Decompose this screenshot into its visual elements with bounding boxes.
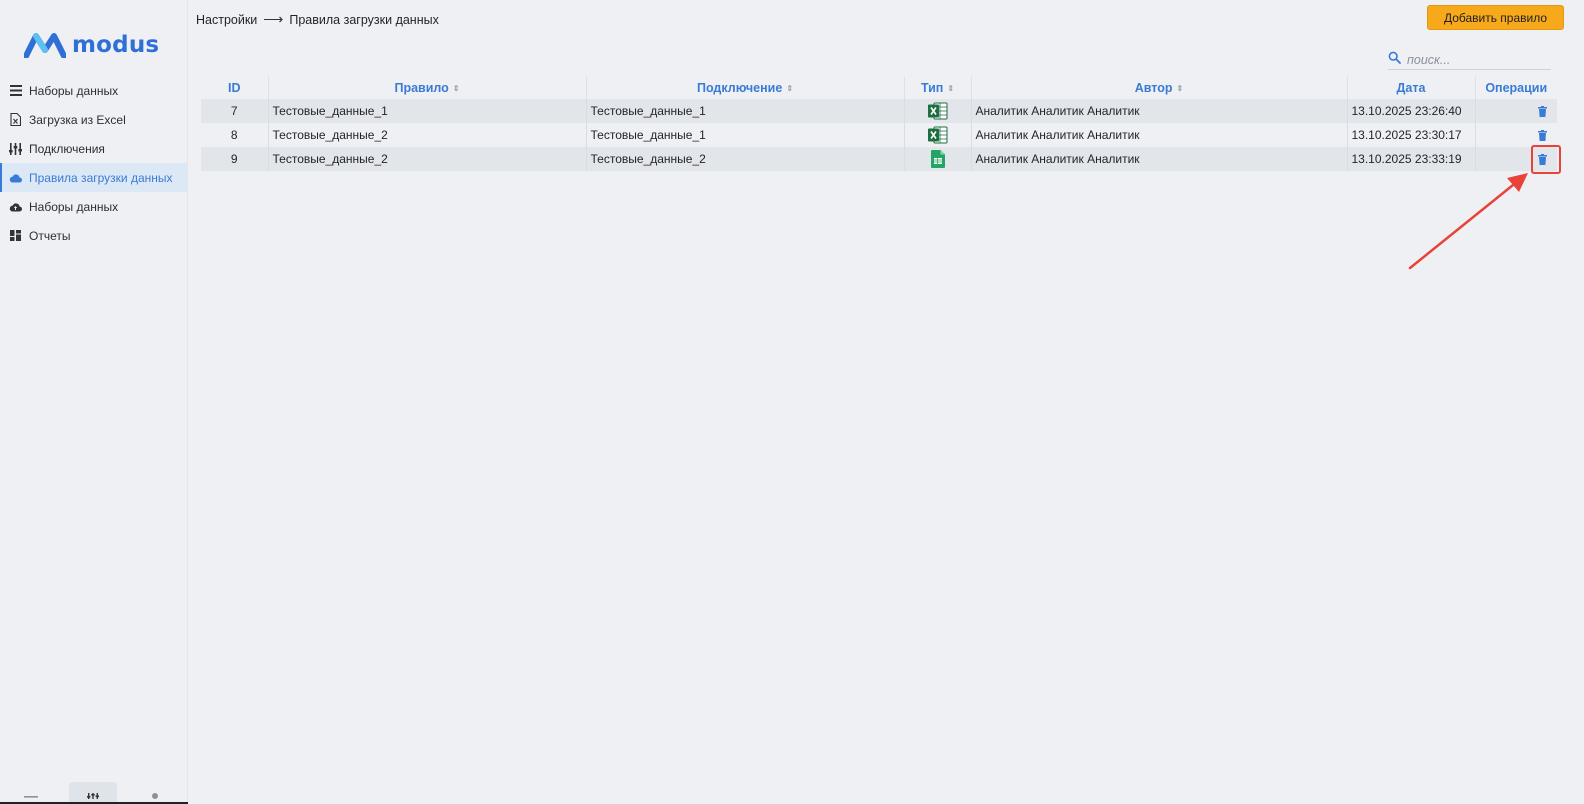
sidebar-item-label: Подключения	[29, 141, 105, 156]
cell-author: Аналитик Аналитик Аналитик	[971, 99, 1348, 123]
column-header-operations: Операции	[1475, 77, 1557, 99]
column-header-date[interactable]: Дата	[1347, 77, 1476, 99]
cell-date: 13.10.2025 23:33:19	[1347, 147, 1476, 171]
sidebar-item-label: Правила загрузки данных	[29, 170, 173, 185]
sort-icon: ⇕	[786, 84, 794, 94]
cloud-upload-icon	[9, 200, 22, 213]
annotation-highlight-box	[1531, 145, 1561, 174]
cell-type	[904, 99, 972, 123]
cell-date: 13.10.2025 23:26:40	[1347, 99, 1476, 123]
sidebar-item-label: Наборы данных	[29, 83, 119, 98]
sidebar-item-label: Загрузка из Excel	[29, 112, 126, 127]
sidebar-item-excel-upload[interactable]: Загрузка из Excel	[0, 105, 187, 134]
sort-icon: ⇕	[1176, 84, 1184, 94]
sidebar-nav: Наборы данных Загрузка из Excel Подключе…	[0, 76, 187, 250]
cell-connection: Тестовые_данные_2	[586, 147, 905, 171]
column-header-type[interactable]: Тип ⇕	[904, 77, 972, 99]
logo-text: modus	[72, 32, 160, 58]
cell-rule: Тестовые_данные_2	[268, 123, 587, 147]
dashboard-icon	[9, 229, 22, 242]
sliders-icon	[9, 142, 22, 155]
excel-icon	[927, 102, 948, 120]
cell-type	[904, 123, 972, 147]
column-header-author[interactable]: Автор ⇕	[971, 77, 1348, 99]
cell-id: 8	[201, 123, 269, 147]
search-bar	[1388, 50, 1551, 70]
breadcrumb-arrow-icon: ⟶	[263, 11, 284, 27]
sort-icon: ⇕	[452, 84, 460, 94]
cell-connection: Тестовые_данные_1	[586, 99, 905, 123]
sidebar-item-datasets[interactable]: Наборы данных	[0, 76, 187, 105]
cell-id: 7	[201, 99, 269, 123]
sidebar-item-label: Наборы данных	[29, 199, 119, 214]
sidebar: modus Наборы данных Загрузка из Excel По…	[0, 0, 188, 804]
cell-author: Аналитик Аналитик Аналитик	[971, 147, 1348, 171]
sidebar-item-datasets-cloud[interactable]: Наборы данных	[0, 192, 187, 221]
cloud-icon	[9, 171, 22, 184]
sidebar-item-label: Отчеты	[29, 228, 71, 243]
sidebar-item-connections[interactable]: Подключения	[0, 134, 187, 163]
excel-icon	[927, 126, 948, 144]
search-input[interactable]	[1407, 52, 1542, 67]
cell-type	[904, 147, 972, 171]
user-button[interactable]	[131, 782, 179, 804]
delete-icon[interactable]	[1538, 130, 1547, 142]
delete-icon[interactable]	[1538, 106, 1547, 118]
column-header-connection[interactable]: Подключение ⇕	[586, 77, 905, 99]
search-icon	[1388, 51, 1401, 69]
excel-file-icon	[9, 113, 22, 126]
cell-operations	[1475, 123, 1557, 147]
rules-table: ID Правило ⇕ Подключение ⇕ Тип ⇕ Автор ⇕ Дат…	[201, 77, 1557, 171]
cell-operations	[1475, 99, 1557, 123]
table-row[interactable]: 8 Тестовые_данные_2 Тестовые_данные_1 Ан…	[201, 123, 1557, 147]
breadcrumb-current: Правила загрузки данных	[289, 12, 439, 27]
logo[interactable]: modus	[24, 30, 159, 60]
column-header-id[interactable]: ID	[201, 77, 269, 99]
list-icon	[9, 84, 22, 97]
cell-connection: Тестовые_данные_1	[586, 123, 905, 147]
cell-date: 13.10.2025 23:30:17	[1347, 123, 1476, 147]
menu-toggle-button[interactable]	[7, 782, 55, 804]
cell-id: 9	[201, 147, 269, 171]
cell-author: Аналитик Аналитик Аналитик	[971, 123, 1348, 147]
add-rule-button[interactable]: Добавить правило	[1427, 5, 1564, 30]
sidebar-item-load-rules[interactable]: Правила загрузки данных	[0, 163, 187, 192]
sidebar-item-reports[interactable]: Отчеты	[0, 221, 187, 250]
cell-rule: Тестовые_данные_1	[268, 99, 587, 123]
cell-rule: Тестовые_данные_2	[268, 147, 587, 171]
sidebar-bottom-toolbar	[0, 774, 188, 804]
table-header-row: ID Правило ⇕ Подключение ⇕ Тип ⇕ Автор ⇕ Дат…	[201, 77, 1557, 99]
table-row[interactable]: 9 Тестовые_данные_2 Тестовые_данные_2 Ан…	[201, 147, 1557, 171]
settings-tab-button[interactable]	[69, 782, 117, 804]
modus-logo-icon	[24, 33, 66, 58]
column-header-rule[interactable]: Правило ⇕	[268, 77, 587, 99]
table-row[interactable]: 7 Тестовые_данные_1 Тестовые_данные_1 Ан…	[201, 99, 1557, 123]
breadcrumb: Настройки ⟶ Правила загрузки данных	[196, 11, 439, 28]
sort-icon: ⇕	[947, 84, 955, 94]
breadcrumb-root[interactable]: Настройки	[196, 13, 257, 27]
google-sheets-icon	[930, 150, 945, 168]
